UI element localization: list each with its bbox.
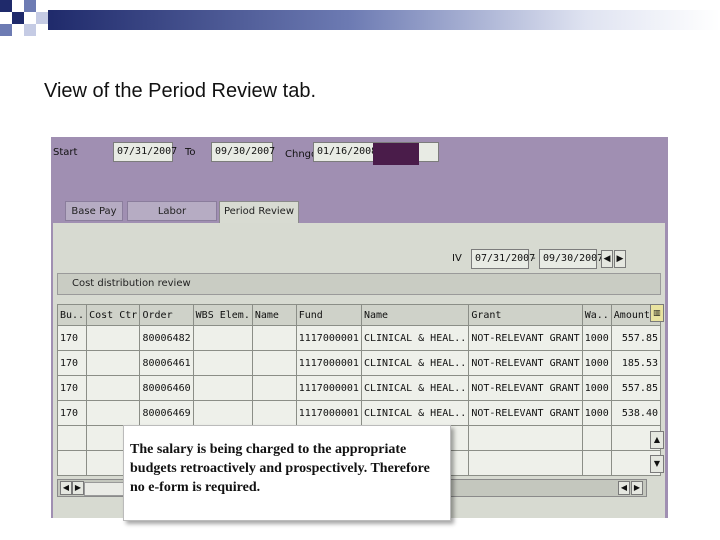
table-cell <box>56 425 88 451</box>
table-cell: 170 <box>56 350 88 376</box>
period-to-field[interactable]: 09/30/2007 <box>539 249 603 269</box>
title-gradient-bar <box>48 10 720 30</box>
tab-labor-distribution[interactable]: Labor Distribution <box>127 201 217 237</box>
scroll-up-button[interactable]: ▲ <box>650 431 664 449</box>
table-cell: CLINICAL & HEAL.. <box>360 325 470 351</box>
table-cell: NOT-RELEVANT GRANT <box>468 375 583 401</box>
table-cell <box>581 425 612 451</box>
table-cell: 1000 <box>581 325 612 351</box>
table-cell <box>192 325 253 351</box>
arrow-left-icon: ◀ <box>62 483 70 492</box>
redaction-block <box>373 143 419 165</box>
column-header[interactable]: Bu.. <box>56 304 88 326</box>
table-cell: NOT-RELEVANT GRANT <box>468 325 583 351</box>
scroll-right-end-button[interactable]: ▶ <box>631 481 643 495</box>
grid-icon: ▥ <box>653 308 661 317</box>
column-header[interactable]: Cost Ctr <box>86 304 141 326</box>
table-cell: 557.85 <box>610 325 662 351</box>
to-label: To <box>185 147 196 158</box>
table-cell <box>468 425 583 451</box>
next-period-button[interactable]: ▶ <box>614 250 626 268</box>
section-title: Cost distribution review <box>57 273 661 295</box>
column-header[interactable]: Name <box>251 304 297 326</box>
table-row[interactable]: 170 80006460 1117000001 CLINICAL & HEAL.… <box>56 375 662 401</box>
arrow-left-icon: ◀ <box>603 254 611 264</box>
table-cell: 1000 <box>581 350 612 376</box>
scroll-left-end-button[interactable]: ◀ <box>618 481 630 495</box>
column-header[interactable]: Wa.. <box>581 304 612 326</box>
column-header[interactable]: Grant <box>468 304 583 326</box>
start-date-field[interactable]: 07/31/2007 <box>113 142 177 162</box>
table-row[interactable]: 170 80006461 1117000001 CLINICAL & HEAL.… <box>56 350 662 376</box>
table-cell <box>86 350 141 376</box>
start-label: Start <box>53 147 78 158</box>
tab-base-pay[interactable]: Base Pay <box>65 201 123 221</box>
table-cell: 80006460 <box>139 375 194 401</box>
table-cell: CLINICAL & HEAL.. <box>360 400 470 426</box>
arrow-right-icon: ▶ <box>633 483 641 492</box>
table-cell: 1117000001 <box>295 325 362 351</box>
table-cell: CLINICAL & HEAL.. <box>360 375 470 401</box>
arrow-down-icon: ▼ <box>653 459 661 468</box>
previous-period-button[interactable]: ◀ <box>601 250 613 268</box>
column-header[interactable]: Fund <box>295 304 362 326</box>
table-cell <box>251 400 297 426</box>
scroll-right-button[interactable]: ▶ <box>72 481 84 495</box>
slide-title: View of the Period Review tab. <box>44 80 317 102</box>
table-cell <box>86 325 141 351</box>
table-cell: 1000 <box>581 375 612 401</box>
table-cell <box>251 325 297 351</box>
scroll-left-button[interactable]: ◀ <box>60 481 72 495</box>
arrow-left-icon: ◀ <box>620 483 628 492</box>
scroll-down-button[interactable]: ▼ <box>650 455 664 473</box>
column-header[interactable]: Order <box>139 304 194 326</box>
table-cell <box>468 450 583 476</box>
table-cell <box>86 375 141 401</box>
column-settings-button[interactable]: ▥ <box>650 304 664 322</box>
period-separator: - <box>532 253 536 264</box>
table-cell <box>86 400 141 426</box>
table-cell: 80006469 <box>139 400 194 426</box>
scroll-thumb[interactable] <box>84 482 126 496</box>
table-cell: 170 <box>56 375 88 401</box>
column-header[interactable]: WBS Elem. <box>192 304 253 326</box>
table-cell: CLINICAL & HEAL.. <box>360 350 470 376</box>
table-cell <box>581 450 612 476</box>
tab-period-review[interactable]: Period Review <box>219 201 299 225</box>
table-cell: 538.40 <box>610 400 662 426</box>
table-cell: NOT-RELEVANT GRANT <box>468 400 583 426</box>
table-cell <box>251 375 297 401</box>
table-cell: 80006461 <box>139 350 194 376</box>
table-cell <box>251 350 297 376</box>
table-cell <box>192 375 253 401</box>
table-cell <box>192 400 253 426</box>
period-from-field[interactable]: 07/31/2007 <box>471 249 535 269</box>
to-date-field[interactable]: 09/30/2007 <box>211 142 275 162</box>
table-cell: 185.53 <box>610 350 662 376</box>
table-cell: NOT-RELEVANT GRANT <box>468 350 583 376</box>
table-cell: 1000 <box>581 400 612 426</box>
table-cell: 170 <box>56 325 88 351</box>
table-cell: 1117000001 <box>295 350 362 376</box>
table-header-row: Bu.. Cost Ctr Order WBS Elem. Name Fund … <box>56 304 662 326</box>
table-cell <box>192 350 253 376</box>
period-label: IV <box>452 253 462 264</box>
table-cell: 1117000001 <box>295 400 362 426</box>
table-cell <box>56 450 88 476</box>
table-cell: 557.85 <box>610 375 662 401</box>
arrow-right-icon: ▶ <box>74 483 82 492</box>
table-row[interactable]: 170 80006469 1117000001 CLINICAL & HEAL.… <box>56 400 662 426</box>
column-header[interactable]: Name <box>360 304 470 326</box>
table-row[interactable]: 170 80006482 1117000001 CLINICAL & HEAL.… <box>56 325 662 351</box>
table-cell: 170 <box>56 400 88 426</box>
table-cell: 80006482 <box>139 325 194 351</box>
annotation-callout: The salary is being charged to the appro… <box>123 425 451 521</box>
table-cell: 1117000001 <box>295 375 362 401</box>
arrow-right-icon: ▶ <box>616 254 624 264</box>
arrow-up-icon: ▲ <box>653 435 661 444</box>
